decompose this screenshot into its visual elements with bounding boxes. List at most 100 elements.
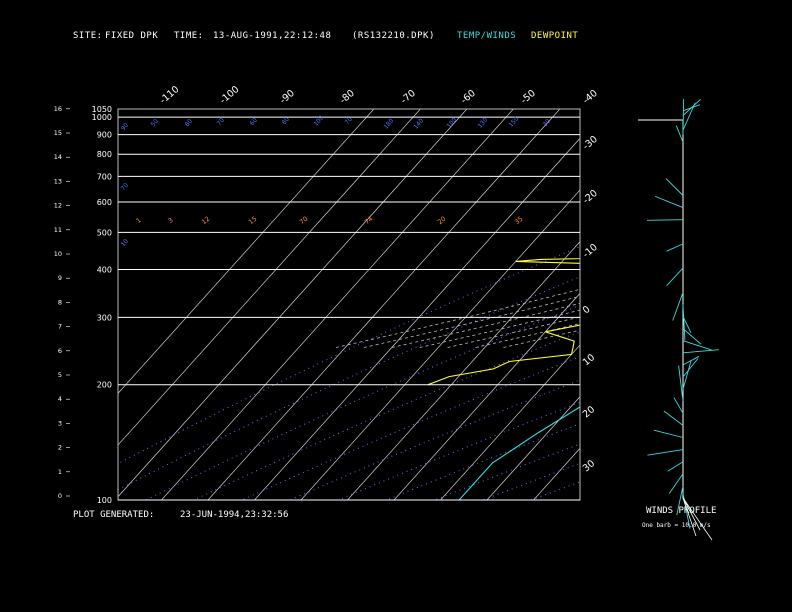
height-tick-label: 6 (58, 347, 62, 355)
height-tick-label: 3 (58, 419, 62, 427)
dry-adiabat-label: 70 (216, 117, 226, 127)
wind-barb (666, 243, 684, 252)
isotherm-line (300, 189, 580, 500)
isotherm-line (207, 109, 561, 500)
isotherm-line (766, 109, 792, 500)
wind-barb (667, 461, 684, 472)
height-tick-label: 1 (58, 468, 62, 476)
dry-adiabat-label: 100 (445, 116, 458, 129)
wind-barb-surface (682, 497, 713, 541)
mixing-ratio-label: 12 (200, 215, 211, 226)
moist-adiabat (419, 309, 580, 348)
wind-barb (673, 397, 684, 414)
mixing-ratio-line (708, 109, 792, 385)
pressure-tick-label: 500 (97, 228, 112, 237)
dry-adiabat-label: 50 (150, 118, 160, 128)
pressure-tick-label: 900 (97, 131, 112, 140)
pressure-tick-label: 400 (97, 265, 112, 274)
height-tick-label: 0 (58, 492, 62, 500)
height-tick-label: 11 (54, 226, 62, 234)
wind-barb (682, 340, 712, 351)
mixing-ratio-label: 74 (363, 215, 374, 226)
temperature-tick-top: -100 (218, 84, 242, 106)
dry-adiabat-label: 90 (120, 122, 130, 132)
wind-barb (647, 449, 684, 456)
mixing-ratio-line (742, 109, 792, 385)
winds-profile-title: WINDS PROFILE (646, 506, 717, 516)
pressure-tick-label: 300 (97, 313, 112, 322)
temperature-tick-top: -90 (278, 88, 297, 106)
pressure-tick-label: 1000 (92, 113, 112, 122)
temperature-tick-right: 20 (581, 404, 597, 420)
height-tick-label: 16 (54, 105, 62, 113)
moist-adiabat (363, 295, 580, 348)
dry-adiabat (289, 379, 580, 500)
isotherm-line (673, 109, 792, 500)
mixing-ratio-label: 70 (298, 215, 309, 226)
height-tick-label: 10 (54, 250, 62, 258)
height-tick-label: 4 (58, 395, 62, 403)
mixing-ratio-label: 1 (135, 216, 143, 225)
height-tick-label: 9 (58, 274, 62, 282)
dry-adiabat (118, 276, 580, 491)
pressure-tick-label: 800 (97, 150, 112, 159)
temperature-tick-right: 10 (581, 352, 597, 368)
wind-barb (666, 267, 684, 286)
mixing-ratio-label: 3 (167, 216, 175, 225)
moist-adiabat (475, 323, 580, 348)
dry-adiabat-label: 60 (249, 117, 259, 127)
mixing-ratio-line (778, 109, 792, 385)
temperature-tick-right: -20 (581, 188, 600, 206)
isotherm-line (720, 109, 792, 500)
isotherm-line (533, 447, 580, 500)
winds-profile-note: One barb = 10.0 m/s (642, 522, 711, 529)
dry-adiabat-label: 140 (412, 117, 425, 130)
wind-barb (665, 178, 684, 196)
mixing-ratio-label: 20 (436, 215, 447, 226)
temperature-tick-top: -110 (158, 84, 182, 106)
pressure-tick-label: 100 (97, 496, 112, 505)
temperature-tick-top: -60 (459, 88, 478, 106)
plot-generated-label: PLOT GENERATED: (73, 510, 155, 520)
height-tick-label: 2 (58, 444, 62, 452)
height-tick-label: 13 (54, 177, 62, 185)
isotherm-line (118, 109, 468, 498)
pressure-tick-label: 700 (97, 172, 112, 181)
isotherm-line (161, 109, 514, 500)
pressure-tick-label: 1050 (92, 105, 112, 114)
height-tick-label: 5 (58, 371, 62, 379)
isotherm-line (118, 109, 375, 394)
temperature-tick-top: -50 (519, 88, 538, 106)
dry-adiabat-label: 100 (312, 114, 325, 127)
wind-barb (655, 195, 684, 209)
temperature-tick-right: 30 (581, 458, 597, 474)
wind-barb (682, 349, 719, 354)
wind-barb (678, 365, 684, 402)
mixing-ratio-label: 35 (513, 215, 524, 226)
wind-barb (682, 98, 701, 116)
dry-adiabat (145, 304, 580, 500)
wind-barb (675, 125, 684, 143)
wind-barb (663, 410, 684, 426)
height-tick-label: 7 (58, 323, 62, 331)
dry-adiabat-label: 80 (184, 118, 194, 128)
dry-adiabat-label: 130 (476, 116, 489, 129)
height-tick-label: 14 (54, 153, 62, 161)
temperature-profile (458, 406, 580, 500)
temperature-tick-top: -40 (581, 88, 600, 106)
plot-area (118, 109, 792, 500)
isotherm-line (579, 499, 580, 500)
dry-adiabat-label: 70 (120, 182, 130, 192)
pressure-tick-label: 200 (97, 381, 112, 390)
isotherm-line (627, 109, 792, 500)
skew-t-chart: 1002003004005006007008009001000105001234… (54, 84, 792, 541)
mixing-ratio-label: 15 (247, 215, 258, 226)
dry-adiabat (627, 109, 792, 500)
temperature-tick-right: 0 (581, 304, 593, 316)
temperature-tick-right: -30 (581, 134, 600, 152)
wind-barb (653, 429, 684, 438)
dry-adiabat (578, 499, 580, 500)
isotherm-line (118, 109, 421, 446)
height-tick-label: 12 (54, 202, 62, 210)
mixing-ratio-line (667, 109, 792, 385)
